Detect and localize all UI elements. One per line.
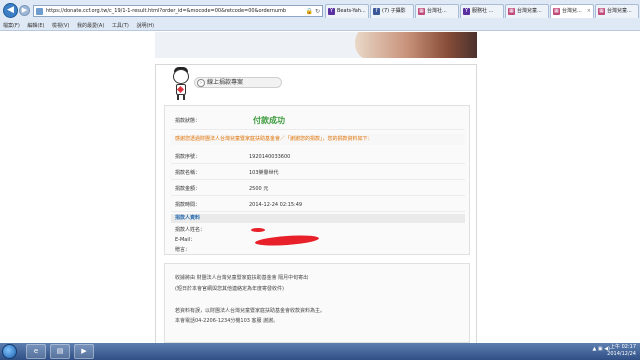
redaction-mark (251, 228, 265, 232)
amount-label: 捐款金額： (175, 186, 201, 192)
donation-card: › 線上捐款專案 捐款狀態： 付款成功 感謝您透過財團法人台灣兒童暨家庭扶助基金… (155, 64, 477, 343)
time-value: 2014-12-24 02:15:49 (249, 202, 303, 208)
row-amount: 捐款金額： 2500 元 (171, 182, 465, 196)
donation-details: 捐款狀態： 付款成功 感謝您透過財團法人台灣兒童暨家庭扶助基金會／「謝謝您的捐款… (164, 105, 470, 255)
footer-line-5: 本會電話04-2206-1234分機103 客服 謝謝。 (175, 318, 279, 324)
clock-time: 上午 02:17 (610, 344, 636, 350)
message-label: 贈言： (175, 247, 191, 253)
yahoo-icon: Y (328, 8, 335, 15)
explorer-taskbar-icon[interactable]: ▤ (50, 344, 70, 359)
section-tag-label: 線上捐款專案 (207, 79, 244, 86)
clock[interactable]: 上午 02:17 2014/12/24 (607, 344, 636, 359)
taskbar: e ▤ ▶ ▲ ▣ ◀) 上午 02:17 2014/12/24 (0, 343, 640, 360)
close-tab-icon[interactable]: × (587, 5, 591, 17)
tab-1[interactable]: Y Beats-Yah... (325, 4, 369, 18)
clock-date: 2014/12/24 (607, 351, 636, 357)
row-donor-name: 捐款人姓名： (171, 226, 465, 235)
project-value: 103榮譽世代 (249, 170, 279, 176)
tab-label: 台灣兒童... (517, 8, 542, 14)
tab-7[interactable]: ▦ 台灣兒童... (595, 4, 639, 18)
footer-line-2: (短日於本會官網與您其他連絡定為年度寄發收件) (175, 286, 284, 292)
project-label: 捐款名稱： (175, 170, 201, 176)
menu-favorites[interactable]: 我的最愛(A) (77, 21, 104, 31)
lock-icon[interactable]: 🔒 (306, 8, 313, 15)
donor-name-label: 捐款人姓名： (175, 227, 206, 233)
menu-help[interactable]: 說明(H) (136, 21, 154, 31)
row-serial: 捐款序號： 1920140033600 (171, 150, 465, 164)
time-label: 捐款時間： (175, 202, 201, 208)
tab-label: 服務社 ... (472, 8, 494, 14)
amount-value: 2500 元 (249, 186, 269, 192)
status-label: 捐款狀態： (175, 118, 201, 124)
row-message: 贈言： (171, 246, 465, 255)
site-icon: ▦ (418, 8, 425, 15)
media-taskbar-icon[interactable]: ▶ (74, 344, 94, 359)
refresh-icon[interactable]: ↻ (315, 8, 320, 15)
row-status: 捐款狀態： 付款成功 (171, 112, 465, 130)
site-icon: ▦ (598, 8, 605, 15)
header-banner (155, 32, 477, 58)
browser-chrome: ◀ ▶ https://donate.ccf.org.tw/c_19/1-1-r… (0, 0, 640, 31)
tab-6-active[interactable]: ▦ 台灣兒... × (550, 4, 594, 18)
menu-view[interactable]: 檢視(V) (52, 21, 69, 31)
tab-3[interactable]: ▦ 台灣社... (415, 4, 459, 18)
tab-strip: Y Beats-Yah... f (7) 子攝影 ▦ 台灣社... Y 服務社 … (325, 4, 640, 18)
menu-edit[interactable]: 編輯(E) (27, 21, 44, 31)
row-time: 捐款時間： 2014-12-24 02:15:49 (171, 198, 465, 212)
menu-bar: 檔案(F) 編輯(E) 檢視(V) 我的最愛(A) 工具(T) 說明(H) (0, 21, 640, 31)
page-content: › 線上捐款專案 捐款狀態： 付款成功 感謝您透過財團法人台灣兒童暨家庭扶助基金… (0, 32, 640, 343)
address-url[interactable]: https://donate.ccf.org.tw/c_19/1-1-resul… (46, 7, 286, 16)
status-value: 付款成功 (253, 116, 285, 125)
row-email: E-Mail： (171, 233, 465, 248)
tab-2[interactable]: f (7) 子攝影 (370, 4, 414, 18)
address-bar[interactable]: https://donate.ccf.org.tw/c_19/1-1-resul… (33, 5, 323, 17)
notice-text: 感謝您透過財團法人台灣兒童暨家庭扶助基金會／「謝謝您的捐款」，您的捐款資料如下： (171, 134, 465, 145)
tab-label: 台灣兒童... (607, 8, 632, 14)
start-button[interactable] (2, 344, 17, 359)
tab-4[interactable]: Y 服務社 ... (460, 4, 504, 18)
tab-label: (7) 子攝影 (382, 8, 406, 14)
footer-line-1: 收據將由 財團法人台灣兒童暨家庭扶助基金會 隔月中旬寄出 (175, 275, 309, 281)
tab-label: 台灣社... (427, 8, 447, 14)
forward-button[interactable]: ▶ (19, 5, 30, 16)
menu-file[interactable]: 檔案(F) (3, 21, 20, 31)
row-name: 捐款名稱： 103榮譽世代 (171, 166, 465, 180)
footer-line-4: 若資料有誤，以財團法人台灣兒童暨家庭扶助基金會收款資料為主。 (175, 308, 326, 314)
yahoo-icon: Y (463, 8, 470, 15)
receipt-info: 收據將由 財團法人台灣兒童暨家庭扶助基金會 隔月中旬寄出 (短日於本會官網與您其… (164, 263, 470, 343)
facebook-icon: f (373, 8, 380, 15)
mascot-icon (170, 67, 192, 101)
banner-photo (355, 32, 477, 58)
arrow-right-icon: › (197, 79, 205, 87)
back-button[interactable]: ◀ (3, 3, 18, 18)
site-favicon-icon (36, 8, 43, 15)
email-label: E-Mail： (175, 237, 196, 243)
site-icon: ▦ (508, 8, 515, 15)
serial-value: 1920140033600 (249, 154, 291, 160)
menu-tools[interactable]: 工具(T) (112, 21, 129, 31)
tab-5[interactable]: ▦ 台灣兒童... (505, 4, 549, 18)
tab-label: Beats-Yah... (337, 8, 366, 14)
ie-taskbar-icon[interactable]: e (26, 344, 46, 359)
address-bar-icons[interactable]: 🔒 ↻ (306, 7, 320, 16)
section-tag: › 線上捐款專案 (194, 77, 282, 88)
donor-section-heading: 捐款人資料 (171, 214, 465, 223)
site-icon: ▦ (553, 8, 560, 15)
tab-label: 台灣兒... (562, 8, 582, 14)
serial-label: 捐款序號： (175, 154, 201, 160)
